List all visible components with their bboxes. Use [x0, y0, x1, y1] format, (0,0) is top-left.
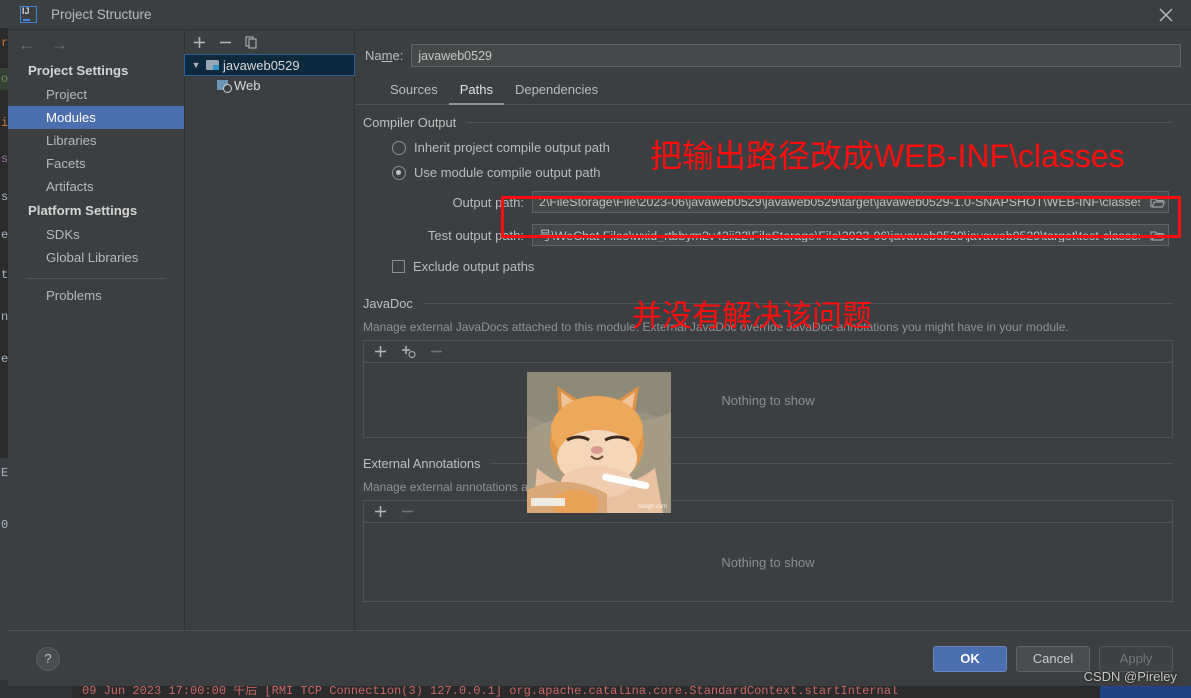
- output-path-row: Output path:: [392, 191, 1169, 213]
- image-watermark: soogif.com: [637, 504, 667, 510]
- tab-paths[interactable]: Paths: [448, 79, 504, 105]
- plus-icon[interactable]: [374, 505, 387, 518]
- sidebar-divider: [26, 278, 166, 279]
- tab-sources[interactable]: Sources: [379, 79, 449, 105]
- exclude-output-paths-label: Exclude output paths: [413, 259, 535, 274]
- javadoc-description: Manage external JavaDocs attached to thi…: [363, 320, 1069, 334]
- module-output-label: Use module compile output path: [414, 165, 601, 180]
- plus-globe-icon[interactable]: [401, 345, 416, 358]
- sidebar-item-facets[interactable]: Facets: [8, 152, 184, 175]
- sidebar-item-libraries[interactable]: Libraries: [8, 129, 184, 152]
- web-facet-icon: [217, 79, 232, 93]
- sidebar-group-project-settings: Project Settings: [28, 63, 129, 78]
- plus-icon[interactable]: [374, 345, 387, 358]
- close-icon[interactable]: [1155, 4, 1177, 26]
- javadoc-empty-text: Nothing to show: [721, 392, 815, 408]
- tree-node-javaweb0529[interactable]: ▼ javaweb0529: [184, 54, 355, 76]
- screen-root: r o i s s e t n e E 0 09 Jun 2023 17:00:…: [0, 0, 1191, 698]
- modules-tree-toolbar: [185, 30, 354, 55]
- javadoc-toolbar: [363, 340, 1173, 362]
- external-annotations-title: External Annotations: [363, 456, 481, 471]
- javadoc-list[interactable]: Nothing to show: [363, 362, 1173, 438]
- sidebar-item-project[interactable]: Project: [8, 83, 184, 106]
- dialog-title: Project Structure: [51, 7, 152, 22]
- compiler-output-section-header: Compiler Output: [363, 115, 1173, 130]
- module-name-label: Name:: [365, 48, 404, 63]
- chevron-down-icon[interactable]: ▼: [189, 60, 203, 70]
- plus-icon[interactable]: [193, 36, 206, 49]
- tab-dependencies[interactable]: Dependencies: [504, 79, 609, 105]
- sidebar-item-sdks[interactable]: SDKs: [8, 223, 184, 246]
- cancel-button[interactable]: Cancel: [1016, 645, 1090, 672]
- sidebar-item-artifacts[interactable]: Artifacts: [8, 175, 184, 198]
- modules-tree-pane: ▼ javaweb0529 Web: [184, 30, 355, 630]
- paths-tab-content: Compiler Output Inherit project compile …: [355, 105, 1191, 630]
- module-output-radio[interactable]: [392, 165, 406, 180]
- copy-icon[interactable]: [245, 36, 258, 49]
- arrow-right-icon[interactable]: →: [51, 36, 68, 53]
- dialog-body: ← → Project Settings Project Modules Lib…: [8, 30, 1191, 630]
- module-settings-panel: Name: Sources Paths Dependencies Compile…: [355, 30, 1191, 630]
- question-mark-icon[interactable]: ?: [36, 646, 60, 671]
- module-tabs: Sources Paths Dependencies: [355, 67, 1191, 105]
- settings-sidebar: ← → Project Settings Project Modules Lib…: [8, 30, 185, 630]
- exclude-output-paths-row[interactable]: Exclude output paths: [392, 259, 1183, 274]
- inherit-output-radio-row[interactable]: Inherit project compile output path: [392, 140, 1183, 155]
- external-annotations-description: Manage external annotations attached to …: [363, 480, 649, 494]
- exclude-output-paths-checkbox[interactable]: [392, 260, 405, 273]
- folder-browse-icon[interactable]: [1146, 196, 1168, 209]
- section-rule: [422, 303, 1173, 304]
- dialog-titlebar: Project Structure: [8, 0, 1191, 30]
- apply-button: Apply: [1099, 645, 1173, 672]
- external-annotations-empty-text: Nothing to show: [721, 554, 815, 570]
- test-output-path-label: Test output path:: [427, 227, 524, 243]
- intellij-idea-logo-icon: [20, 6, 37, 23]
- output-path-input[interactable]: [533, 195, 1146, 209]
- dialog-footer: ? OK Cancel Apply CSDN @Pireley: [8, 630, 1191, 686]
- module-output-radio-row[interactable]: Use module compile output path: [392, 165, 1183, 180]
- javadoc-title: JavaDoc: [363, 296, 413, 311]
- test-output-path-input[interactable]: [533, 228, 1146, 242]
- test-output-path-row: Test output path:: [392, 224, 1169, 246]
- javadoc-section-header: JavaDoc: [363, 296, 1173, 311]
- section-rule: [466, 122, 1173, 123]
- cat-meme-image: soogif.com: [527, 372, 671, 513]
- external-annotations-list[interactable]: Nothing to show: [363, 522, 1173, 602]
- compiler-output-title: Compiler Output: [363, 115, 457, 130]
- sidebar-item-modules[interactable]: Modules: [8, 106, 184, 129]
- test-output-path-field[interactable]: [532, 224, 1169, 246]
- minus-icon[interactable]: [219, 36, 232, 49]
- tree-node-label: Web: [234, 77, 261, 93]
- module-icon: [206, 59, 220, 71]
- csdn-watermark: CSDN @Pireley: [1083, 669, 1177, 684]
- output-path-label: Output path:: [452, 194, 524, 210]
- tree-node-label: javaweb0529: [223, 57, 300, 73]
- tree-node-web[interactable]: Web: [185, 75, 354, 95]
- sidebar-item-global-libraries[interactable]: Global Libraries: [8, 246, 184, 269]
- dialog-buttons: OK Cancel Apply: [933, 645, 1173, 672]
- module-name-row: Name:: [355, 30, 1191, 67]
- inherit-output-label: Inherit project compile output path: [414, 140, 610, 155]
- minus-icon: [430, 345, 443, 358]
- minus-icon: [401, 505, 414, 518]
- project-structure-dialog: Project Structure ← → Project Settings P…: [8, 0, 1191, 686]
- ok-button[interactable]: OK: [933, 645, 1007, 672]
- module-name-input[interactable]: [411, 44, 1181, 67]
- folder-browse-icon[interactable]: [1146, 229, 1168, 242]
- sidebar-item-problems[interactable]: Problems: [8, 284, 184, 307]
- inherit-output-radio[interactable]: [392, 140, 406, 155]
- nav-history-controls: ← →: [8, 30, 184, 58]
- external-annotations-toolbar: [363, 500, 1173, 522]
- output-path-field[interactable]: [532, 191, 1169, 213]
- external-annotations-section-header: External Annotations: [363, 456, 1173, 471]
- sidebar-group-platform-settings: Platform Settings: [28, 203, 138, 218]
- arrow-left-icon[interactable]: ←: [18, 36, 35, 53]
